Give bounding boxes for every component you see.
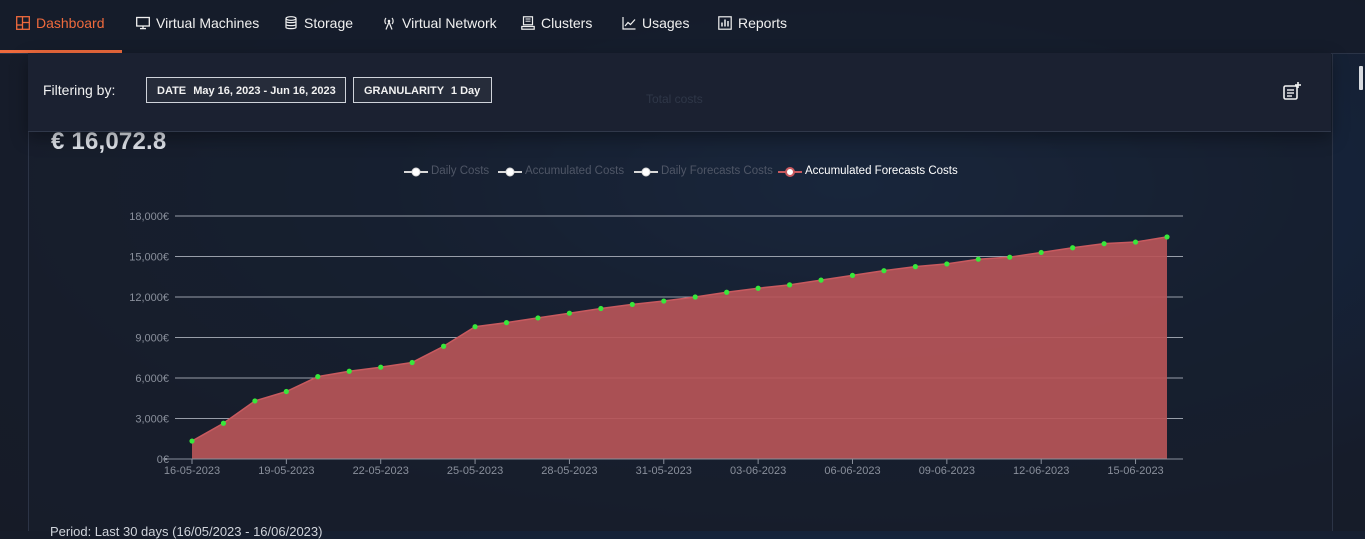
granularity-filter-value: 1 Day	[450, 85, 481, 97]
data-point	[1164, 234, 1170, 240]
export-report-icon[interactable]	[1282, 81, 1302, 101]
chart-title-faded: Total costs	[646, 92, 703, 106]
legend-marker-icon	[404, 167, 428, 177]
legend-label: Accumulated Costs	[525, 165, 625, 177]
area-fill	[192, 236, 1167, 459]
data-point	[629, 301, 635, 308]
data-point	[1132, 239, 1139, 245]
x-tick-label: 22-05-2023	[353, 465, 409, 477]
granularity-filter-chip[interactable]: GRANULARITY 1 Day	[353, 77, 492, 103]
data-point	[1038, 249, 1044, 256]
x-tick-label: 03-06-2023	[730, 465, 786, 477]
data-point	[661, 298, 667, 304]
y-tick-label: 18,000€	[129, 211, 169, 223]
granularity-filter-key: GRANULARITY	[364, 85, 444, 97]
total-cost: € 16,072.8	[51, 128, 167, 155]
data-point	[881, 268, 887, 274]
x-tick-label: 06-06-2023	[824, 465, 880, 477]
data-point	[220, 420, 227, 426]
data-point	[535, 315, 541, 321]
data-point	[944, 261, 950, 267]
date-filter-value: May 16, 2023 - Jun 16, 2023	[193, 85, 336, 97]
data-point	[283, 388, 289, 395]
x-tick-label: 12-06-2023	[1013, 465, 1069, 477]
data-point	[409, 359, 415, 366]
data-point	[378, 364, 384, 370]
data-point	[598, 305, 604, 312]
data-point	[692, 294, 698, 300]
data-point	[441, 343, 447, 349]
x-tick-label: 31-05-2023	[636, 465, 692, 477]
data-point	[975, 256, 981, 262]
legend-label: Accumulated Forecasts Costs	[805, 165, 958, 177]
legend-marker-icon	[778, 167, 802, 177]
y-tick-label: 15,000€	[129, 252, 169, 264]
data-point	[1007, 254, 1013, 260]
filter-label: Filtering by:	[43, 82, 116, 98]
y-tick-label: 12,000€	[129, 292, 169, 304]
data-point	[503, 320, 510, 326]
y-tick-label: 6,000€	[135, 373, 169, 385]
data-point	[1070, 245, 1076, 251]
legend-marker-icon	[634, 167, 658, 177]
x-tick-label: 25-05-2023	[447, 465, 503, 477]
period-footer: Period: Last 30 days (16/05/2023 - 16/06…	[50, 524, 323, 539]
data-point	[786, 282, 793, 288]
x-tick-label: 19-05-2023	[258, 465, 314, 477]
x-tick-label: 15-06-2023	[1107, 465, 1163, 477]
data-point	[912, 264, 918, 270]
legend-label: Daily Forecasts Costs	[661, 165, 773, 177]
data-point	[189, 438, 195, 444]
data-point	[472, 324, 478, 330]
y-tick-label: 3,000€	[135, 414, 169, 426]
date-filter-key: DATE	[157, 85, 187, 97]
data-point	[755, 285, 761, 291]
x-tick-label: 28-05-2023	[541, 465, 597, 477]
legend-label: Daily Costs	[431, 165, 490, 177]
data-point	[724, 289, 730, 295]
x-tick-label: 16-05-2023	[164, 465, 220, 477]
date-filter-chip[interactable]: DATE May 16, 2023 - Jun 16, 2023	[146, 77, 346, 103]
data-point	[1101, 241, 1107, 247]
x-tick-label: 09-06-2023	[919, 465, 975, 477]
filter-bar: Filtering by: DATE May 16, 2023 - Jun 16…	[28, 53, 1331, 132]
data-point	[566, 310, 573, 316]
data-point	[315, 374, 321, 380]
y-tick-label: 9,000€	[135, 333, 169, 345]
data-point	[252, 398, 258, 404]
legend-marker-icon	[498, 167, 522, 177]
data-point	[818, 277, 824, 283]
data-point	[849, 272, 856, 278]
data-point	[346, 368, 352, 374]
